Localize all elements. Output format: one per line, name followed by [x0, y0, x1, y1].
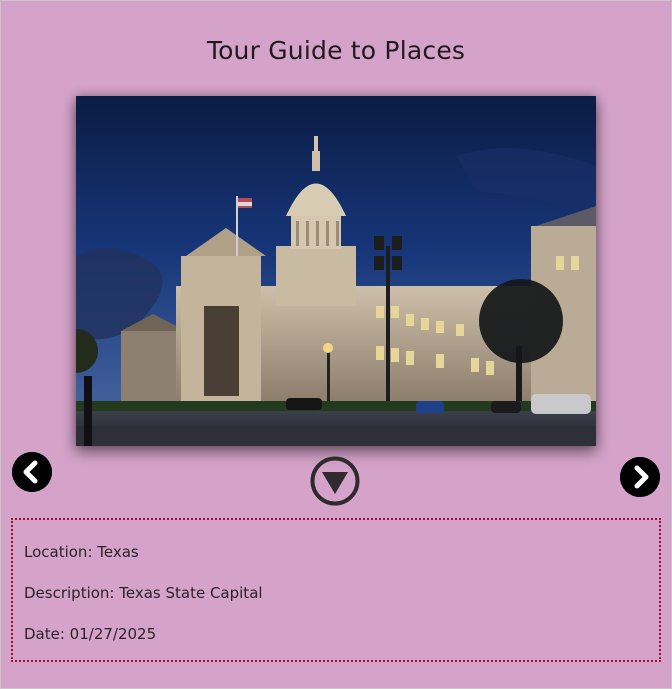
- caret-down-circle-icon: [310, 456, 360, 506]
- description-text: Description: Texas State Capital: [24, 584, 263, 602]
- toggle-details-button[interactable]: [310, 456, 360, 506]
- chevron-left-icon: [12, 452, 52, 492]
- date-text: Date: 01/27/2025: [24, 625, 157, 643]
- place-details-panel: Location: Texas Description: Texas State…: [11, 518, 661, 662]
- previous-button[interactable]: [12, 452, 52, 492]
- capitol-illustration: [76, 96, 596, 446]
- next-button[interactable]: [620, 457, 660, 497]
- location-text: Location: Texas: [24, 543, 139, 561]
- place-photo: [76, 96, 596, 446]
- chevron-right-icon: [620, 457, 660, 497]
- page-title: Tour Guide to Places: [206, 36, 466, 65]
